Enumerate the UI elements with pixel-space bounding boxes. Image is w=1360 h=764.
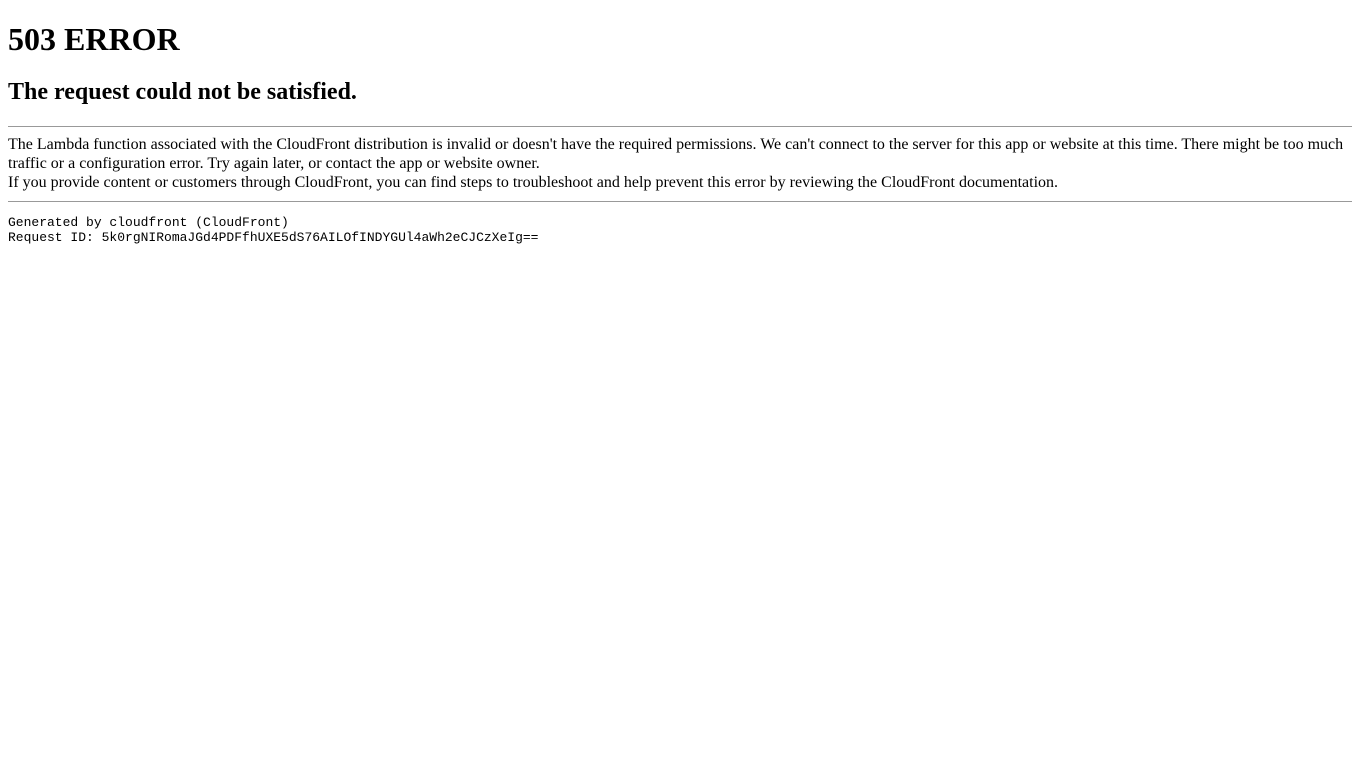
error-code-heading: 503 ERROR xyxy=(8,21,1352,58)
request-details: Generated by cloudfront (CloudFront) Req… xyxy=(8,215,1352,245)
divider xyxy=(8,126,1352,127)
error-message-primary: The Lambda function associated with the … xyxy=(8,135,1352,173)
error-subheading: The request could not be satisfied. xyxy=(8,79,1352,106)
error-message-secondary: If you provide content or customers thro… xyxy=(8,173,1352,192)
divider xyxy=(8,201,1352,202)
